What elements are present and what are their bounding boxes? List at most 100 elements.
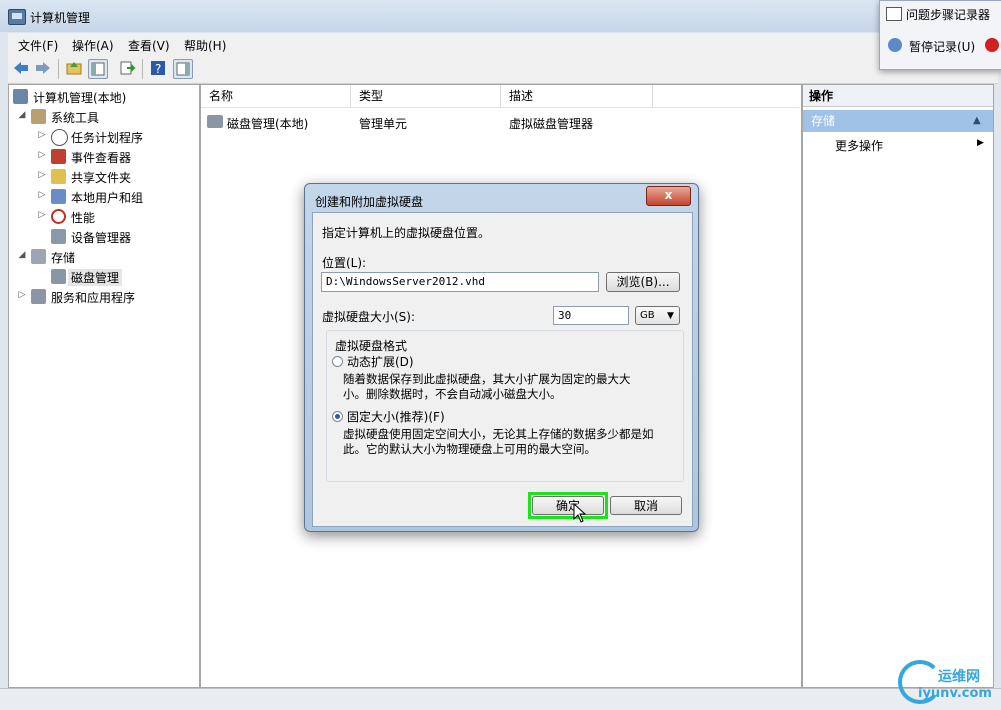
recorder-icon	[886, 7, 902, 21]
list-item-description: 虚拟磁盘管理器	[509, 117, 594, 131]
list-item-type: 管理单元	[359, 117, 408, 131]
recorder-title: 问题步骤记录器	[906, 8, 991, 22]
show-hide-tree-icon[interactable]	[88, 59, 108, 79]
collapse-up-icon[interactable]: ▲	[973, 110, 981, 132]
action-pane: 操作 存储 ▲ 更多操作 ▶	[802, 84, 994, 688]
device-manager-icon	[51, 229, 66, 244]
window-titlebar: 计算机管理	[0, 0, 1001, 32]
mouse-cursor-icon	[573, 502, 587, 526]
location-input[interactable]: D:\WindowsServer2012.vhd	[321, 272, 599, 292]
svg-text:?: ?	[155, 62, 161, 76]
dynamic-radio[interactable]	[332, 356, 343, 367]
tree-label: 性能	[71, 211, 96, 225]
fixed-description-line2: 此。它的默认大小为物理硬盘上可用的最大空间。	[343, 442, 596, 456]
cancel-button[interactable]: 取消	[610, 496, 682, 515]
dynamic-description-line1: 随着数据保存到此虚拟硬盘，其大小扩展为固定的最大大	[343, 372, 631, 386]
computer-icon	[13, 89, 28, 104]
toolbar-separator	[58, 59, 59, 79]
size-label: 虚拟硬盘大小(S):	[322, 310, 416, 324]
list-item-name[interactable]: 磁盘管理(本地)	[227, 115, 308, 132]
watermark-cn: 运维网	[938, 669, 980, 685]
tree-label: 系统工具	[51, 111, 100, 125]
expand-triangle-icon[interactable]: ▷	[17, 290, 27, 300]
expand-triangle-icon[interactable]: ▷	[37, 170, 47, 180]
expand-triangle-icon[interactable]: ▷	[37, 190, 47, 200]
browse-button[interactable]: 浏览(B)...	[606, 272, 680, 292]
window-title: 计算机管理	[30, 11, 91, 25]
header-divider	[201, 107, 799, 108]
dynamic-label[interactable]: 动态扩展(D)	[347, 353, 414, 370]
expand-triangle-icon[interactable]: ▷	[37, 210, 47, 220]
close-icon[interactable]: x	[646, 186, 691, 206]
shared-folder-icon	[51, 169, 66, 184]
tree-label: 任务计划程序	[71, 131, 144, 145]
expand-triangle-icon[interactable]: ▷	[37, 130, 47, 140]
storage-icon	[31, 249, 46, 264]
menu-action[interactable]: 操作(A)	[72, 37, 114, 54]
action-section-label: 存储	[811, 114, 836, 128]
services-icon	[31, 289, 46, 304]
instruction-text: 指定计算机上的虚拟硬盘位置。	[322, 226, 491, 240]
tree-label: 本地用户和组	[71, 191, 144, 205]
forward-arrow-icon[interactable]	[34, 59, 52, 77]
tree-label: 磁盘管理	[68, 269, 123, 286]
users-icon	[51, 189, 66, 204]
column-header-type[interactable]: 类型	[351, 85, 501, 107]
show-hide-action-pane-icon[interactable]	[173, 59, 193, 79]
pause-record-button[interactable]: 暂停记录(U)	[909, 38, 975, 55]
size-input[interactable]: 30	[553, 306, 629, 325]
back-arrow-icon[interactable]	[12, 59, 30, 77]
expand-triangle-icon[interactable]: ▷	[37, 150, 47, 160]
action-section-storage[interactable]: 存储 ▲	[803, 110, 993, 132]
tree-label: 设备管理器	[71, 231, 132, 245]
dialog-body: 指定计算机上的虚拟硬盘位置。 位置(L): D:\WindowsServer20…	[312, 212, 693, 527]
steps-recorder: 问题步骤记录器 暂停记录(U)	[879, 0, 1001, 70]
location-label: 位置(L):	[322, 256, 367, 270]
column-header-description[interactable]: 描述	[501, 85, 653, 107]
menu-view[interactable]: 查看(V)	[128, 37, 170, 54]
ok-button[interactable]: 确定	[532, 496, 604, 515]
menu-file[interactable]: 文件(F)	[18, 37, 58, 54]
fixed-radio[interactable]	[332, 411, 343, 422]
help-icon[interactable]: ?	[149, 59, 167, 77]
collapse-triangle-icon[interactable]: ◢	[17, 250, 27, 260]
submenu-arrow-icon: ▶	[977, 138, 984, 148]
menu-bar: 文件(F) 操作(A) 查看(V) 帮助(H)	[8, 33, 998, 55]
dropdown-arrow-icon: ▼	[667, 311, 674, 321]
size-unit-value: GB	[640, 310, 655, 321]
event-viewer-icon	[51, 149, 66, 164]
create-attach-vhd-dialog: 创建和附加虚拟硬盘 x 指定计算机上的虚拟硬盘位置。 位置(L): D:\Win…	[304, 183, 699, 532]
tree-label: 共享文件夹	[71, 171, 132, 185]
up-folder-icon[interactable]	[65, 59, 83, 77]
dialog-title: 创建和附加虚拟硬盘	[315, 195, 424, 209]
action-pane-header: 操作	[803, 85, 993, 107]
stop-record-icon[interactable]	[985, 38, 999, 52]
clock-icon	[51, 129, 68, 146]
disk-management-icon	[207, 115, 223, 128]
performance-icon	[51, 209, 66, 224]
computer-management-icon	[8, 9, 26, 25]
tools-icon	[31, 109, 46, 124]
column-header-name[interactable]: 名称	[201, 85, 351, 107]
status-bar	[0, 688, 1001, 710]
tree-label: 存储	[51, 251, 76, 265]
fixed-description-line1: 虚拟硬盘使用固定空间大小，无论其上存储的数据多少都是如	[343, 427, 654, 441]
pause-icon[interactable]	[888, 38, 902, 52]
console-tree: 计算机管理(本地) ◢ 系统工具 ▷ 任务计划程序 ▷ 事件查看器 ▷ 共享文件…	[8, 84, 200, 688]
more-actions-item[interactable]: 更多操作	[835, 137, 883, 154]
collapse-triangle-icon[interactable]: ◢	[17, 110, 27, 120]
size-unit-select[interactable]: GB ▼	[635, 306, 680, 325]
vhd-format-group: 虚拟硬盘格式 动态扩展(D) 随着数据保存到此虚拟硬盘，其大小扩展为固定的最大大…	[326, 330, 684, 482]
dynamic-description-line2: 小。删除数据时，不会自动减小磁盘大小。	[343, 387, 562, 401]
tree-label: 服务和应用程序	[51, 291, 136, 305]
disk-icon	[51, 269, 66, 284]
export-list-icon[interactable]	[118, 59, 136, 77]
menu-help[interactable]: 帮助(H)	[184, 37, 226, 54]
watermark-url: iyunv.com	[918, 686, 992, 701]
toolbar-separator	[142, 59, 143, 79]
more-actions-label: 更多操作	[835, 139, 884, 153]
tree-label: 事件查看器	[71, 151, 132, 165]
tree-label: 计算机管理(本地)	[33, 91, 127, 105]
toolbar: ?	[8, 55, 998, 84]
fixed-label[interactable]: 固定大小(推荐)(F)	[347, 408, 445, 425]
